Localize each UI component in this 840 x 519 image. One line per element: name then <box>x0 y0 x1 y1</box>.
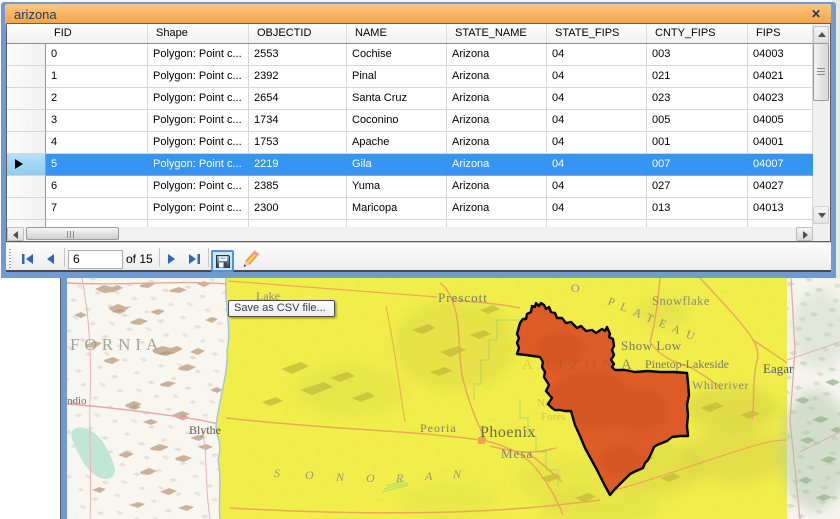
svg-text:Eagar: Eagar <box>763 361 794 376</box>
svg-text:Phoenix: Phoenix <box>480 424 536 441</box>
svg-text:O: O <box>585 357 596 373</box>
svg-text:Z: Z <box>570 357 579 373</box>
svg-text:Prescott: Prescott <box>438 290 488 305</box>
svg-text:Show Low: Show Low <box>621 338 682 353</box>
svg-text:N: N <box>335 470 345 484</box>
svg-text:R: R <box>541 357 551 373</box>
svg-text:N: N <box>452 467 462 481</box>
svg-text:A: A <box>424 469 433 483</box>
svg-text:O: O <box>366 471 375 485</box>
svg-text:Mesa: Mesa <box>501 446 533 461</box>
svg-text:S: S <box>274 466 280 480</box>
svg-text:N: N <box>602 357 613 373</box>
svg-text:Fores: Fores <box>541 411 565 423</box>
svg-text:Peoria: Peoria <box>420 421 457 435</box>
svg-text:Blythe: Blythe <box>189 423 221 437</box>
svg-text:A: A <box>522 357 533 373</box>
svg-text:ndio: ndio <box>67 395 87 407</box>
svg-text:FORNIA: FORNIA <box>70 335 163 354</box>
svg-text:Whiteriver: Whiteriver <box>692 378 749 392</box>
svg-text:Pinetop-Lakeside: Pinetop-Lakeside <box>645 357 729 371</box>
svg-text:R: R <box>395 471 404 485</box>
svg-text:I: I <box>558 357 563 373</box>
svg-text:O: O <box>571 281 580 295</box>
svg-text:Snowflake: Snowflake <box>652 294 710 308</box>
svg-text:O: O <box>305 468 314 482</box>
